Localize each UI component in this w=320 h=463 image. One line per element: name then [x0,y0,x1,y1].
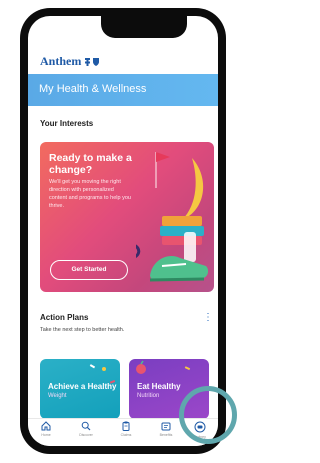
page-title: My Health & Wellness [39,83,147,95]
fitness-illustration [136,152,209,282]
search-icon [81,421,91,431]
brand-name: Anthem [40,54,82,68]
blue-cross-shield-icon [85,57,100,66]
section-title-interests: Your Interests [40,119,94,128]
section-title-action-plans: Action Plans [40,313,89,322]
id-card-icon [161,422,171,431]
tab-discover[interactable]: Discover [72,421,100,437]
page-header: My Health & Wellness [28,74,218,106]
interest-card-body: We'll get you moving the right direction… [49,179,131,209]
highlight-ring [179,386,237,444]
app-screen: Anthem My Health & Wellness Your Interes… [28,16,218,446]
get-started-button[interactable]: Get Started [50,260,128,280]
tab-benefits[interactable]: Benefits [152,421,180,437]
interest-card[interactable]: Ready to make a change? We'll get you mo… [40,142,214,292]
tab-label: Discover [79,433,93,437]
interest-card-title: Ready to make a change? [49,152,132,176]
action-plan-subtitle: Weight [48,393,67,399]
phone-notch [101,16,187,38]
clipboard-icon [122,421,130,431]
tab-home[interactable]: Home [32,421,60,437]
tab-label: Home [41,433,51,437]
action-plan-title: Eat Healthy [137,382,181,391]
home-icon [41,421,51,431]
tab-label: Benefits [159,433,173,437]
action-plan-subtitle: Nutrition [137,393,160,399]
tab-label: Claims [120,433,132,437]
anthem-logo: Anthem [40,54,100,69]
more-options-icon[interactable]: ⋮ [203,312,213,323]
action-plan-card[interactable]: Achieve a Healthy Weight [40,359,120,419]
action-plans-subtitle: Take the next step to better health. [40,327,125,333]
action-plan-title: Achieve a Healthy [48,382,117,391]
tab-claims[interactable]: Claims [112,421,140,437]
